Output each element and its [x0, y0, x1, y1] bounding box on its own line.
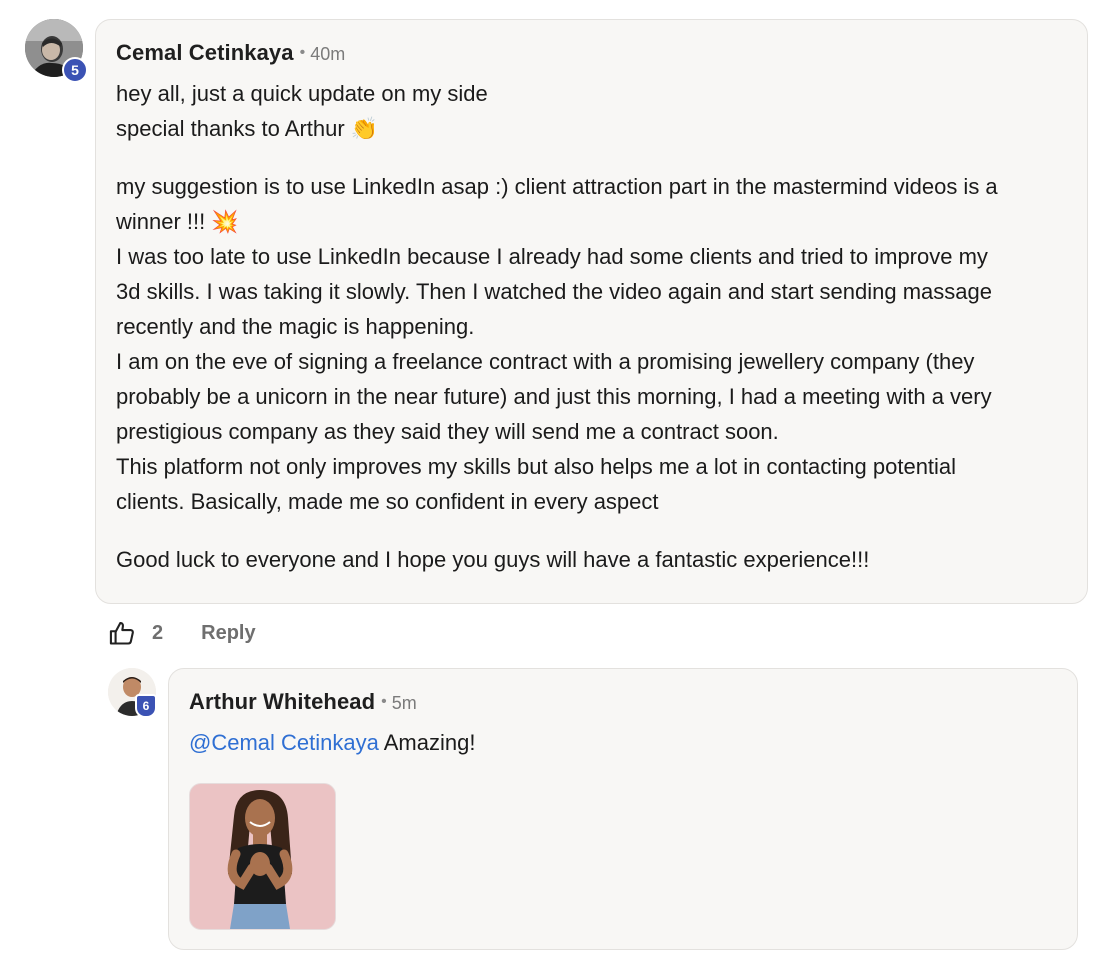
reply-author[interactable]: Arthur Whitehead [189, 689, 375, 715]
comment-line: probably be a unicorn in the near future… [116, 384, 992, 409]
comment-author[interactable]: Cemal Cetinkaya [116, 40, 294, 66]
comment-line: recently and the magic is happening. [116, 314, 475, 339]
like-button[interactable]: 2 [108, 619, 163, 647]
mention-link[interactable]: @Cemal Cetinkaya [189, 730, 379, 755]
comment-line: Good luck to everyone and I hope you guy… [116, 547, 870, 572]
comment-header: Cemal Cetinkaya • 40m [116, 40, 1067, 72]
level-number: 5 [71, 62, 79, 78]
level-badge: 5 [62, 57, 88, 83]
reply-text: Amazing! [378, 730, 476, 755]
thumbs-up-icon[interactable] [108, 619, 136, 647]
comment-line: hey all, just a quick update on my side [116, 81, 488, 106]
level-badge: 6 [135, 694, 157, 718]
reply-time[interactable]: 5m [392, 693, 417, 714]
comment-line: 3d skills. I was taking it slowly. Then … [116, 279, 992, 304]
comment-line: special thanks to Arthur 👏 [116, 116, 379, 141]
comment-line: my suggestion is to use LinkedIn asap :)… [116, 174, 998, 199]
separator-dot: • [381, 693, 387, 710]
level-number: 6 [142, 699, 150, 713]
comment-body: hey all, just a quick update on my side … [116, 76, 1067, 577]
like-count: 2 [152, 621, 164, 644]
comment-actions: 2 Reply [108, 617, 256, 649]
reply-gif-image[interactable] [189, 783, 336, 930]
reply-body: @Cemal Cetinkaya Amazing! [189, 725, 1057, 760]
comment-bubble: Cemal Cetinkaya • 40m hey all, just a qu… [95, 19, 1088, 604]
comment-line: I am on the eve of signing a freelance c… [116, 349, 975, 374]
comment-line: clients. Basically, made me so confident… [116, 489, 659, 514]
reply-bubble: Arthur Whitehead • 5m @Cemal Cetinkaya A… [168, 668, 1078, 950]
reply-header: Arthur Whitehead • 5m [189, 689, 1057, 721]
clapping-woman-image [190, 784, 335, 929]
reply-avatar-wrap[interactable]: 6 [108, 668, 157, 718]
separator-dot: • [299, 44, 306, 61]
reply-button[interactable]: Reply [201, 622, 255, 645]
comment-line: I was too late to use LinkedIn because I… [116, 244, 988, 269]
comment-time[interactable]: 40m [310, 44, 345, 65]
comment-avatar-wrap[interactable]: 5 [25, 19, 88, 83]
comment-line: This platform not only improves my skill… [116, 454, 957, 479]
comment-line: prestigious company as they said they wi… [116, 419, 779, 444]
comment-line: winner !!! 💥 [116, 209, 239, 234]
